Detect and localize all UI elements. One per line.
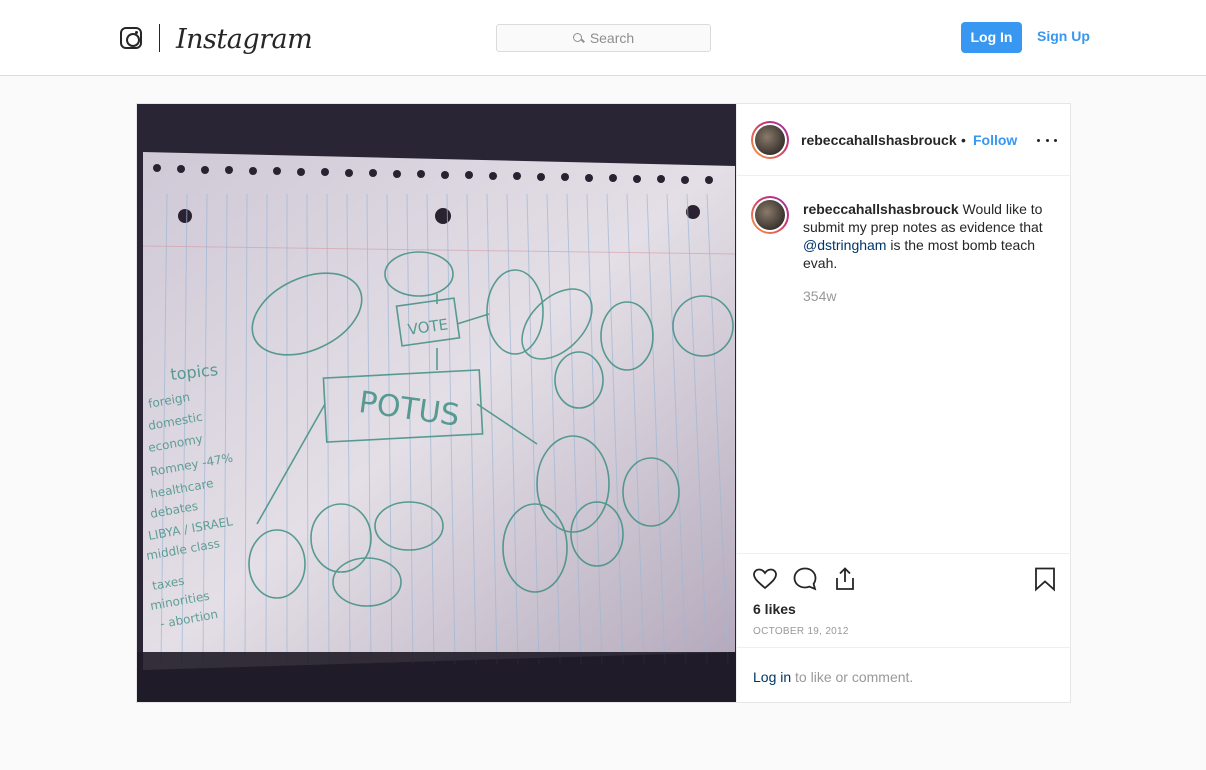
- actions-area: 6 likes OCTOBER 19, 2012: [737, 553, 1071, 647]
- search-icon: [572, 32, 584, 44]
- caption-mention[interactable]: @dstringham: [803, 237, 886, 253]
- follow-button[interactable]: Follow: [973, 132, 1017, 148]
- login-button[interactable]: Log In: [961, 22, 1022, 53]
- caption: rebeccahallshasbrouck Would like to subm…: [803, 200, 1059, 272]
- signup-link[interactable]: Sign Up: [1037, 28, 1090, 44]
- caption-username[interactable]: rebeccahallshasbrouck: [803, 201, 959, 217]
- instagram-glyph-icon[interactable]: [120, 27, 142, 49]
- top-navigation-bar: Instagram Search Log In Sign Up: [0, 0, 1206, 76]
- comment-icon[interactable]: [792, 566, 818, 592]
- post-header: rebeccahallshasbrouck • Follow: [737, 104, 1071, 176]
- more-options-icon[interactable]: [1037, 130, 1057, 150]
- post-date: OCTOBER 19, 2012: [753, 626, 849, 637]
- instagram-wordmark[interactable]: Instagram: [176, 20, 313, 60]
- heart-icon[interactable]: [752, 566, 778, 592]
- search-placeholder: Search: [589, 30, 635, 46]
- comment-prompt-rest: to like or comment.: [791, 669, 914, 685]
- post-photo[interactable]: POTUS VOTE topics foreign domestic econo…: [137, 104, 736, 702]
- likes-count[interactable]: 6 likes: [753, 601, 796, 617]
- bookmark-icon[interactable]: [1032, 566, 1058, 592]
- comment-prompt-text: Log in to like or comment.: [753, 669, 913, 685]
- follow-separator: •: [961, 132, 966, 148]
- post-sidebar: rebeccahallshasbrouck • Follow rebeccaha…: [736, 104, 1071, 702]
- notebook-page-illustration: POTUS VOTE topics foreign domestic econo…: [137, 104, 736, 702]
- search-input[interactable]: Search: [496, 24, 711, 52]
- share-icon[interactable]: [832, 566, 858, 592]
- comment-login-link[interactable]: Log in: [753, 669, 791, 685]
- caption-avatar[interactable]: [751, 196, 789, 234]
- post-time-ago[interactable]: 354w: [803, 288, 836, 304]
- header-divider: [159, 24, 160, 52]
- post-card: POTUS VOTE topics foreign domestic econo…: [136, 103, 1071, 703]
- avatar[interactable]: [751, 121, 789, 159]
- comment-prompt: Log in to like or comment.: [737, 647, 1071, 702]
- post-author-username[interactable]: rebeccahallshasbrouck: [801, 132, 957, 148]
